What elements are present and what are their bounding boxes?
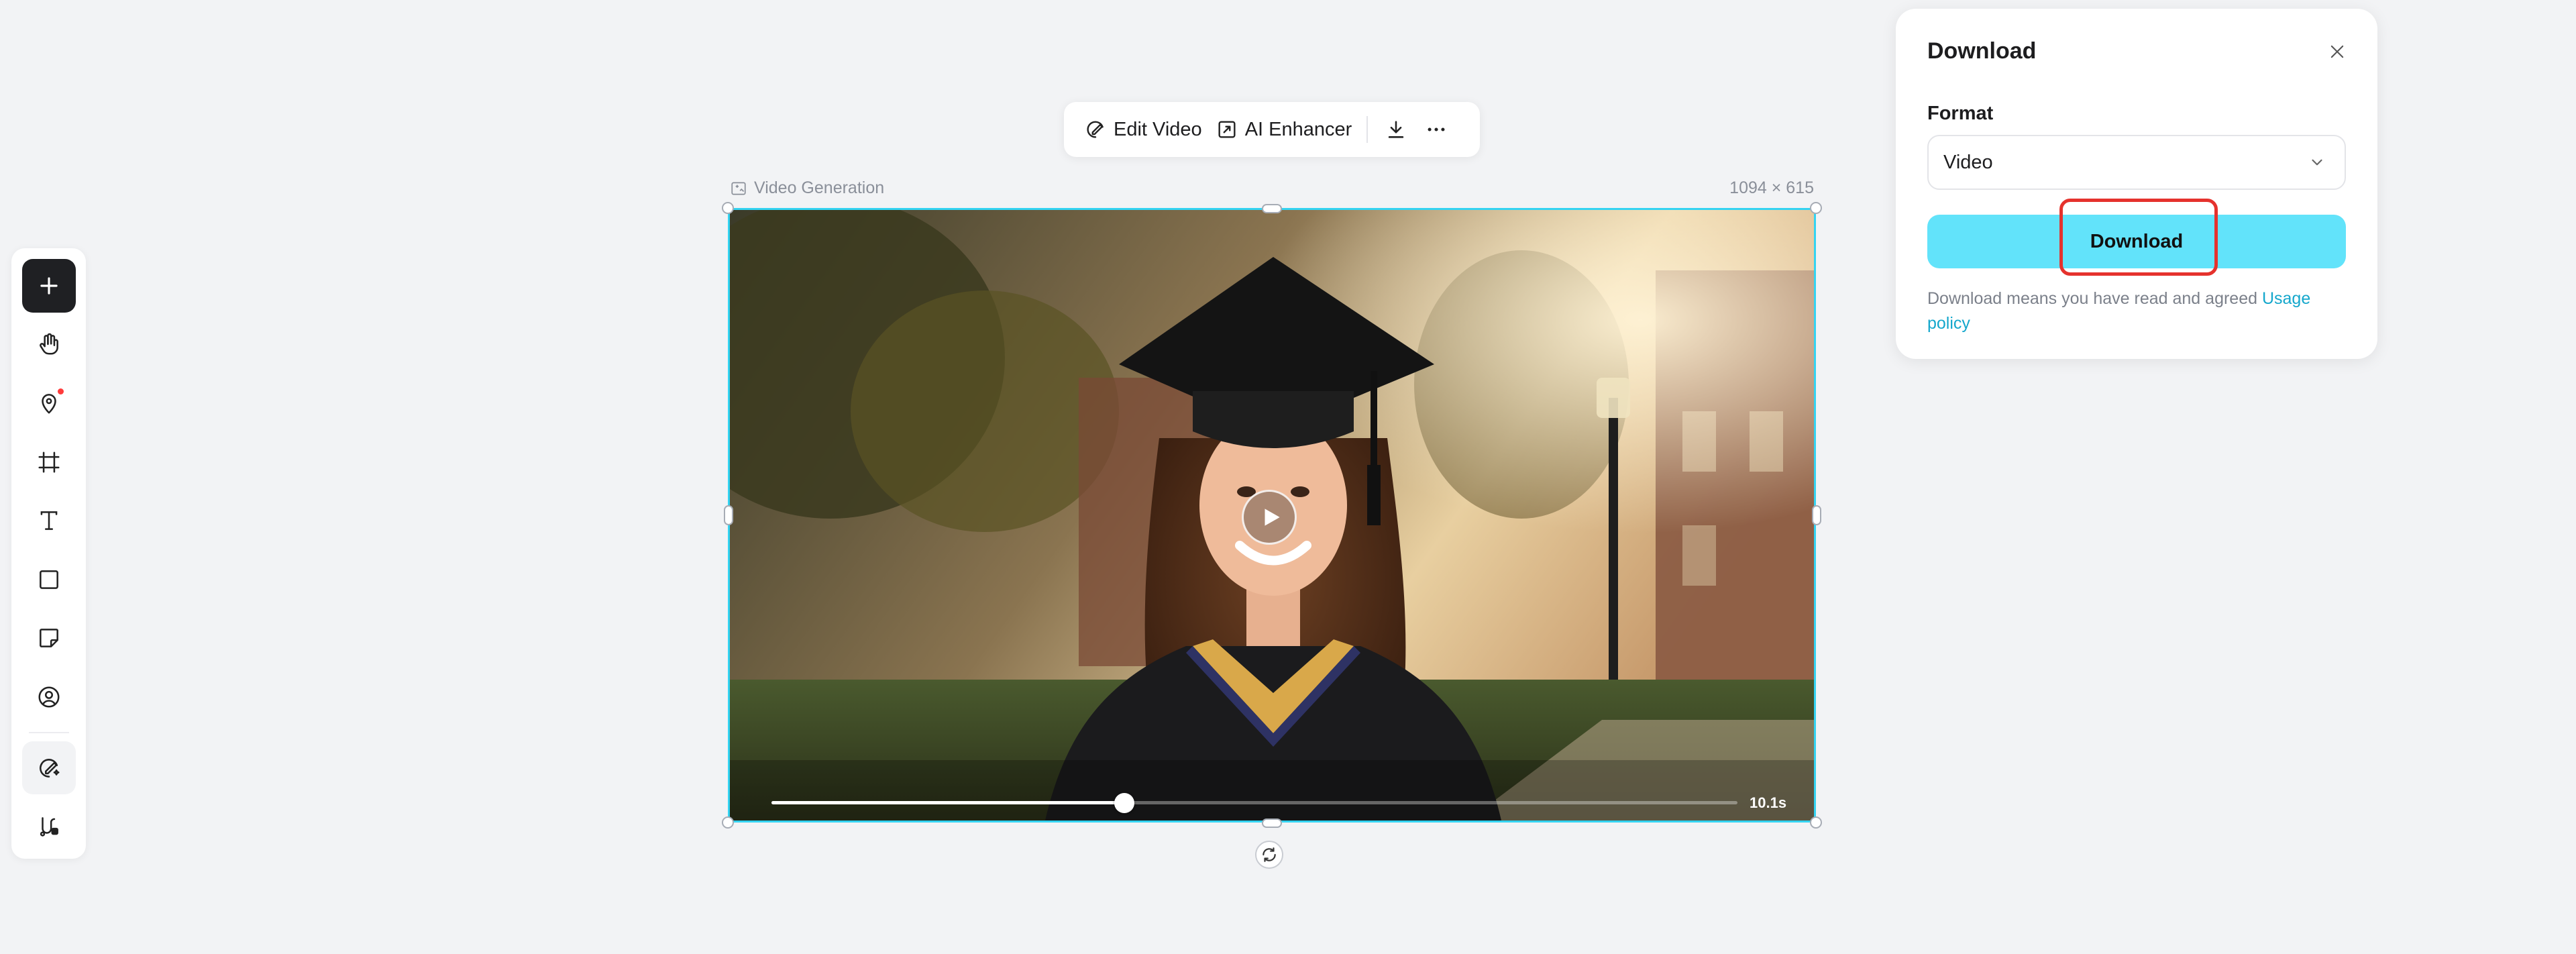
format-select-value: Video <box>1943 151 1993 173</box>
video-progress-handle[interactable] <box>1114 793 1134 813</box>
magic-edit-icon <box>39 758 60 778</box>
video-duration: 10.1s <box>1750 794 1787 811</box>
resize-handle-bottom-left[interactable] <box>722 816 734 829</box>
resize-handle-top-left[interactable] <box>722 202 734 214</box>
enhance-expand-icon <box>1218 121 1236 138</box>
video-action-bar: Edit Video AI Enhancer <box>1064 102 1480 157</box>
text-tool-button[interactable] <box>22 494 76 547</box>
frame-tool-button[interactable] <box>22 435 76 489</box>
resize-handle-bottom-right[interactable] <box>1810 816 1822 829</box>
square-icon <box>39 570 58 589</box>
canvas-item-label: Video Generation <box>730 178 884 198</box>
download-panel: Download Format Video Download Download … <box>1896 9 2377 359</box>
left-toolbar <box>11 248 86 859</box>
format-label: Format <box>1927 103 1994 124</box>
map-pin-icon <box>41 394 56 414</box>
hand-icon <box>39 333 58 355</box>
more-horizontal-icon <box>1428 127 1445 131</box>
close-button[interactable] <box>2324 38 2351 65</box>
canvas-item-title: Video Generation <box>754 178 885 197</box>
close-icon <box>2330 45 2344 58</box>
policy-text: Download means you have read and agreed <box>1927 289 2262 308</box>
download-icon-button[interactable] <box>1376 109 1416 150</box>
resize-handle-bottom[interactable] <box>1262 818 1282 828</box>
user-circle-icon <box>38 686 60 708</box>
sticky-note-icon <box>39 629 58 648</box>
download-panel-title: Download <box>1927 38 2037 64</box>
more-options-button[interactable] <box>1416 109 1456 150</box>
video-progress-fill <box>771 801 1124 804</box>
resize-handle-top-right[interactable] <box>1810 202 1822 214</box>
magic-edit-icon <box>1087 121 1104 138</box>
download-button[interactable]: Download <box>1927 215 2346 268</box>
canvas-item-dimensions: 1094 × 615 <box>1729 178 1814 197</box>
add-button[interactable] <box>21 259 76 313</box>
resize-handle-right[interactable] <box>1812 505 1821 525</box>
crop-frame-icon <box>38 452 60 473</box>
format-select[interactable]: Video <box>1927 135 2346 190</box>
flow-icon <box>40 817 58 837</box>
video-generation-icon <box>731 181 746 195</box>
text-icon <box>40 511 57 531</box>
avatar-tool-button[interactable] <box>22 670 76 724</box>
plus-icon <box>40 277 58 295</box>
download-icon <box>1389 121 1404 138</box>
action-bar-divider <box>1366 116 1368 143</box>
play-icon <box>1265 509 1280 526</box>
shape-tool-button[interactable] <box>22 553 76 606</box>
flow-tool-button[interactable] <box>22 800 76 853</box>
play-button[interactable] <box>1242 490 1297 545</box>
edit-video-label: Edit Video <box>1114 118 1202 140</box>
ai-enhancer-button[interactable]: AI Enhancer <box>1209 109 1359 150</box>
location-tool-button[interactable] <box>22 376 76 430</box>
toolbar-divider <box>28 731 69 733</box>
rotate-icon <box>1263 847 1276 862</box>
rotate-button[interactable] <box>1255 841 1283 869</box>
video-progress-track[interactable] <box>771 793 1737 813</box>
hand-tool-button[interactable] <box>22 318 76 372</box>
resize-handle-top[interactable] <box>1262 204 1282 213</box>
notification-dot <box>57 388 64 395</box>
sticky-note-tool-button[interactable] <box>22 612 76 666</box>
resize-handle-left[interactable] <box>724 505 733 525</box>
chevron-down-icon <box>2312 159 2322 166</box>
policy-notice: Download means you have read and agreed … <box>1927 286 2343 336</box>
edit-video-button[interactable]: Edit Video <box>1077 109 1209 150</box>
ai-enhancer-label: AI Enhancer <box>1244 118 1352 140</box>
magic-edit-tool-button[interactable] <box>21 741 76 795</box>
